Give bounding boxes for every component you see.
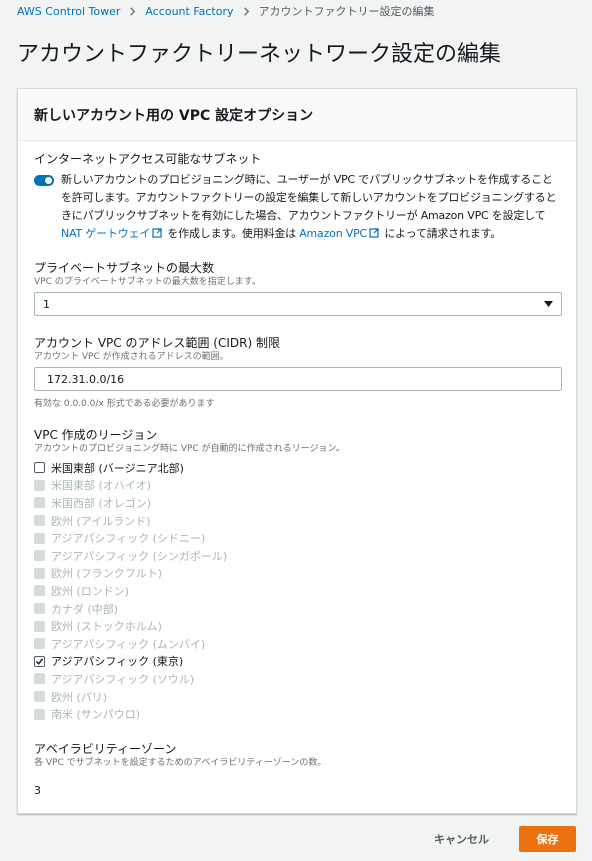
cidr-input[interactable]: 172.31.0.0/16	[34, 367, 562, 391]
cidr-input-value: 172.31.0.0/16	[47, 372, 125, 386]
region-item: アジアパシフィック (シドニー)	[34, 529, 562, 547]
description-text-1: 新しいアカウントのプロビジョニング時に、ユーザーが VPC でパブリックサブネッ…	[61, 173, 557, 222]
region-checkbox	[34, 691, 45, 703]
form-actions: キャンセル 保存	[418, 826, 576, 852]
chevron-right-icon	[242, 6, 251, 16]
availability-zones-section: アベイラビリティーゾーン 各 VPC でサブネットを設定するためのアベイラビリテ…	[34, 741, 562, 797]
region-item: アジアパシフィック (ソウル)	[34, 670, 562, 688]
breadcrumb-current: アカウントファクトリー設定の編集	[258, 5, 435, 18]
chevron-right-icon	[128, 6, 137, 16]
region-item[interactable]: アジアパシフィック (東京)	[34, 653, 562, 671]
region-item: 南米 (サンパウロ)	[34, 705, 562, 723]
region-item: 米国西部 (オレゴン)	[34, 494, 562, 512]
vpc-settings-panel: 新しいアカウント用の VPC 設定オプション インターネットアクセス可能なサブネ…	[17, 88, 577, 814]
region-label: 欧州 (パリ)	[51, 690, 108, 704]
cidr-section: アカウント VPC のアドレス範囲 (CIDR) 制限 アカウント VPC が作…	[34, 335, 562, 409]
region-item: アジアパシフィック (シンガポール)	[34, 547, 562, 565]
private-subnets-description: VPC のプライベートサブネットの最大数を指定します。	[34, 277, 261, 287]
region-item: 欧州 (フランクフルト)	[34, 565, 562, 583]
private-subnets-selected: 1	[43, 297, 50, 311]
region-checkbox[interactable]	[34, 462, 45, 474]
save-button[interactable]: 保存	[519, 826, 576, 852]
region-item: アジアパシフィック (ムンバイ)	[34, 635, 562, 653]
region-checkbox	[34, 620, 45, 632]
panel-header: 新しいアカウント用の VPC 設定オプション	[18, 89, 576, 141]
caret-down-icon	[544, 301, 553, 307]
region-label: アジアパシフィック (ソウル)	[51, 672, 195, 686]
region-checkbox	[34, 550, 45, 562]
description-text-3: によって請求されます。	[384, 227, 502, 240]
region-label: 欧州 (ロンドン)	[51, 584, 130, 598]
regions-section: VPC 作成のリージョン アカウントのプロビジョニング時に VPC が自動的に作…	[34, 427, 562, 723]
region-label: カナダ (中部)	[51, 602, 119, 616]
region-label: アジアパシフィック (東京)	[51, 655, 184, 669]
checkmark-icon	[35, 658, 44, 665]
region-label: 欧州 (ストックホルム)	[51, 620, 162, 634]
region-label: 南米 (サンパウロ)	[51, 708, 141, 722]
region-item[interactable]: 米国東部 (バージニア北部)	[34, 459, 562, 477]
region-checkbox	[34, 708, 45, 720]
region-checkbox	[34, 479, 45, 491]
region-item: カナダ (中部)	[34, 600, 562, 618]
region-checkbox	[34, 603, 45, 615]
nat-gateway-link[interactable]: NAT ゲートウェイ	[61, 227, 150, 240]
cidr-label: アカウント VPC のアドレス範囲 (CIDR) 制限	[34, 336, 280, 350]
region-checkbox-list: 米国東部 (バージニア北部) 米国東部 (オハイオ) 米国西部 (オレゴン) 欧州 (…	[34, 459, 562, 723]
private-subnets-select[interactable]: 1	[34, 292, 562, 316]
region-item: 欧州 (アイルランド)	[34, 512, 562, 530]
region-checkbox	[34, 567, 45, 579]
region-label: 米国東部 (バージニア北部)	[51, 461, 184, 475]
breadcrumb-link-control-tower[interactable]: AWS Control Tower	[17, 5, 120, 18]
amazon-vpc-link[interactable]: Amazon VPC	[299, 227, 367, 240]
description-text-2: を作成します。使用料金は	[167, 227, 296, 240]
panel-title: 新しいアカウント用の VPC 設定オプション	[34, 107, 314, 124]
region-label: 米国東部 (オハイオ)	[51, 479, 151, 493]
breadcrumb: AWS Control Tower Account Factory アカウントフ…	[17, 3, 435, 19]
region-checkbox	[34, 515, 45, 527]
region-item: 欧州 (ロンドン)	[34, 582, 562, 600]
regions-description: アカウントのプロビジョニング時に VPC が自動的に作成されるリージョン。	[34, 444, 345, 454]
breadcrumb-link-account-factory[interactable]: Account Factory	[145, 5, 233, 18]
region-checkbox	[34, 532, 45, 544]
region-item: 欧州 (ストックホルム)	[34, 617, 562, 635]
region-checkbox	[34, 638, 45, 650]
region-checkbox	[34, 673, 45, 685]
region-label: アジアパシフィック (シドニー)	[51, 532, 206, 546]
toggle-knob	[45, 177, 52, 184]
regions-label: VPC 作成のリージョン	[34, 428, 158, 442]
availability-zones-label: アベイラビリティーゾーン	[34, 742, 177, 756]
private-subnets-section: プライベートサブネットの最大数 VPC のプライベートサブネットの最大数を指定し…	[34, 260, 562, 316]
region-checkbox	[34, 585, 45, 597]
private-subnets-label: プライベートサブネットの最大数	[34, 261, 215, 275]
cancel-button[interactable]: キャンセル	[418, 826, 505, 852]
internet-access-section: インターネットアクセス可能なサブネット 新しいアカウントのプロビジョニング時に、…	[34, 151, 562, 243]
region-item: 米国東部 (オハイオ)	[34, 477, 562, 495]
region-label: 欧州 (フランクフルト)	[51, 567, 163, 581]
region-checkbox[interactable]	[34, 655, 45, 667]
cidr-description: アカウント VPC が作成されるアドレスの範囲。	[34, 352, 229, 362]
region-checkbox	[34, 497, 45, 509]
region-label: 米国西部 (オレゴン)	[51, 496, 152, 510]
region-label: 欧州 (アイルランド)	[51, 514, 151, 528]
region-label: アジアパシフィック (シンガポール)	[51, 549, 228, 563]
external-link-icon[interactable]	[152, 228, 162, 238]
external-link-icon[interactable]	[369, 228, 379, 238]
region-item: 欧州 (パリ)	[34, 688, 562, 706]
availability-zones-value: 3	[34, 784, 41, 797]
public-subnet-toggle[interactable]	[34, 175, 54, 186]
page-title: アカウントファクトリーネットワーク設定の編集	[17, 42, 502, 67]
internet-access-label: インターネットアクセス可能なサブネット	[34, 152, 262, 166]
region-label: アジアパシフィック (ムンバイ)	[51, 637, 206, 651]
availability-zones-description: 各 VPC でサブネットを設定するためのアベイラビリティーゾーンの数。	[34, 758, 327, 768]
internet-access-description: 新しいアカウントのプロビジョニング時に、ユーザーが VPC でパブリックサブネッ…	[61, 171, 562, 243]
cidr-hint: 有効な 0.0.0.0/x 形式である必要があります	[34, 399, 215, 409]
